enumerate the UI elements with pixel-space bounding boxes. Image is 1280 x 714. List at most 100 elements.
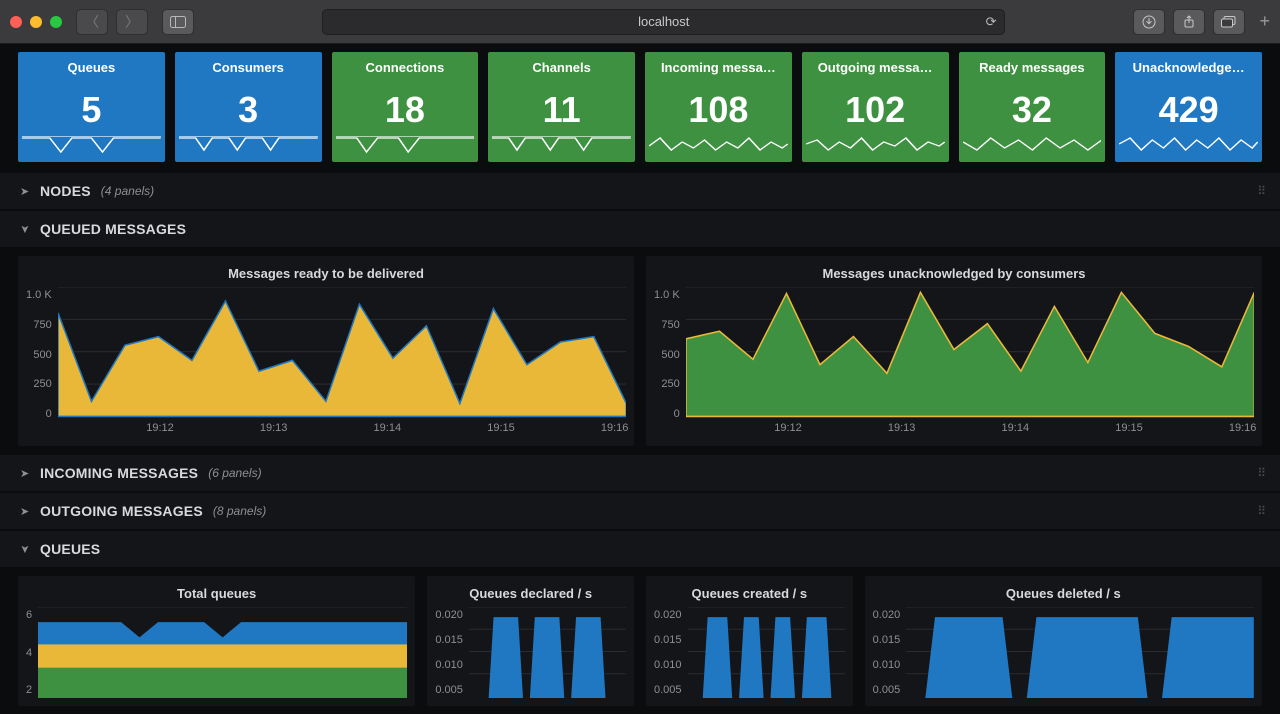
sparkline	[179, 128, 318, 158]
section-title: QUEUES	[40, 541, 100, 557]
drag-handle-icon[interactable]: ⠿	[1257, 466, 1268, 480]
downloads-button[interactable]	[1133, 9, 1165, 35]
chart-area	[906, 607, 1254, 698]
panel-total-queues[interactable]: Total queues 6 4 2	[18, 576, 415, 706]
sparkline	[963, 128, 1102, 158]
panel-title: Messages unacknowledged by consumers	[654, 266, 1254, 281]
sparkline	[806, 128, 945, 158]
stat-consumers[interactable]: Consumers 3	[175, 52, 322, 162]
section-queues[interactable]: ➤ QUEUES	[0, 530, 1280, 568]
stat-title: Connections	[366, 60, 445, 75]
chevron-down-icon: ➤	[19, 224, 32, 234]
stat-title: Consumers	[212, 60, 284, 75]
chart-area	[469, 607, 626, 698]
section-outgoing-messages[interactable]: ➤ OUTGOING MESSAGES (8 panels) ⠿	[0, 492, 1280, 530]
section-title: OUTGOING MESSAGES	[40, 503, 203, 519]
queued-panels: Messages ready to be delivered 1.0 K 750…	[0, 248, 1280, 454]
section-count: (6 panels)	[208, 466, 261, 480]
stat-title: Outgoing messa…	[818, 60, 933, 75]
section-nodes[interactable]: ➤ NODES (4 panels) ⠿	[0, 172, 1280, 210]
minimize-icon[interactable]	[30, 16, 42, 28]
chart-area	[38, 607, 407, 698]
tabs-button[interactable]	[1213, 9, 1245, 35]
section-title: NODES	[40, 183, 91, 199]
section-title: QUEUED MESSAGES	[40, 221, 186, 237]
x-axis: 19:12 19:13 19:14 19:15 19:16	[686, 422, 1254, 438]
panel-messages-unacked[interactable]: Messages unacknowledged by consumers 1.0…	[646, 256, 1262, 446]
section-title: INCOMING MESSAGES	[40, 465, 198, 481]
y-axis: 0.020 0.015 0.010 0.005	[435, 607, 463, 698]
stat-title: Channels	[532, 60, 591, 75]
close-icon[interactable]	[10, 16, 22, 28]
stat-value: 3	[238, 89, 258, 131]
y-axis: 0.020 0.015 0.010 0.005	[873, 607, 901, 698]
stat-title: Queues	[68, 60, 116, 75]
panel-title: Total queues	[26, 586, 407, 601]
chevron-right-icon: ➤	[20, 185, 30, 198]
sparkline	[22, 128, 161, 158]
stat-value: 32	[1012, 89, 1052, 131]
chevron-right-icon: ➤	[20, 467, 30, 480]
sidebar-icon	[170, 16, 186, 28]
x-axis: 19:12 19:13 19:14 19:15 19:16	[58, 422, 626, 438]
sidebar-toggle-button[interactable]	[162, 9, 194, 35]
stat-incoming[interactable]: Incoming messa… 108	[645, 52, 792, 162]
stat-row: Queues 5 Consumers 3 Connections 18 Chan…	[0, 52, 1280, 172]
sparkline	[492, 128, 631, 158]
stat-value: 11	[543, 89, 581, 131]
y-axis: 0.020 0.015 0.010 0.005	[654, 607, 682, 698]
new-tab-button[interactable]: +	[1259, 11, 1270, 32]
panel-queues-created[interactable]: Queues created / s 0.020 0.015 0.010 0.0…	[646, 576, 853, 706]
forward-button[interactable]: 〉	[116, 9, 148, 35]
section-count: (8 panels)	[213, 504, 266, 518]
back-button[interactable]: 〈	[76, 9, 108, 35]
share-icon	[1182, 15, 1196, 29]
queues-panels: Total queues 6 4 2 Queues dec	[0, 568, 1280, 714]
stat-title: Unacknowledge…	[1133, 60, 1245, 75]
stat-title: Incoming messa…	[661, 60, 776, 75]
y-axis: 1.0 K 750 500 250 0	[654, 287, 680, 438]
section-incoming-messages[interactable]: ➤ INCOMING MESSAGES (6 panels) ⠿	[0, 454, 1280, 492]
stat-unacked[interactable]: Unacknowledge… 429	[1115, 52, 1262, 162]
panel-title: Queues deleted / s	[873, 586, 1254, 601]
chart-area: 19:12 19:13 19:14 19:15 19:16	[58, 287, 626, 438]
panel-messages-ready[interactable]: Messages ready to be delivered 1.0 K 750…	[18, 256, 634, 446]
sparkline	[336, 128, 475, 158]
address-text: localhost	[638, 14, 689, 29]
stat-title: Ready messages	[979, 60, 1085, 75]
share-button[interactable]	[1173, 9, 1205, 35]
stat-value: 18	[385, 89, 425, 131]
chart-area: 19:12 19:13 19:14 19:15 19:16	[686, 287, 1254, 438]
stat-value: 429	[1159, 89, 1219, 131]
sparkline	[1119, 128, 1258, 158]
download-icon	[1142, 15, 1156, 29]
panel-title: Queues created / s	[654, 586, 845, 601]
y-axis: 1.0 K 750 500 250 0	[26, 287, 52, 438]
stat-channels[interactable]: Channels 11	[488, 52, 635, 162]
stat-connections[interactable]: Connections 18	[332, 52, 479, 162]
dashboard: Queues 5 Consumers 3 Connections 18 Chan…	[0, 44, 1280, 714]
stat-value: 102	[845, 89, 905, 131]
panel-queues-deleted[interactable]: Queues deleted / s 0.020 0.015 0.010 0.0…	[865, 576, 1262, 706]
chart-area	[688, 607, 845, 698]
stat-outgoing[interactable]: Outgoing messa… 102	[802, 52, 949, 162]
drag-handle-icon[interactable]: ⠿	[1257, 184, 1268, 198]
stat-ready[interactable]: Ready messages 32	[959, 52, 1106, 162]
section-queued-messages[interactable]: ➤ QUEUED MESSAGES	[0, 210, 1280, 248]
section-count: (4 panels)	[101, 184, 154, 198]
tabs-icon	[1221, 16, 1237, 28]
panel-title: Messages ready to be delivered	[26, 266, 626, 281]
sparkline	[649, 128, 788, 158]
panel-queues-declared[interactable]: Queues declared / s 0.020 0.015 0.010 0.…	[427, 576, 634, 706]
address-bar[interactable]: localhost ⟳	[322, 9, 1005, 35]
window-controls	[10, 16, 62, 28]
panel-title: Queues declared / s	[435, 586, 626, 601]
stat-value: 5	[81, 89, 101, 131]
y-axis: 6 4 2	[26, 607, 32, 698]
maximize-icon[interactable]	[50, 16, 62, 28]
reload-icon[interactable]: ⟳	[986, 14, 997, 30]
drag-handle-icon[interactable]: ⠿	[1257, 504, 1268, 518]
browser-toolbar: 〈 〉 localhost ⟳ +	[0, 0, 1280, 44]
stat-queues[interactable]: Queues 5	[18, 52, 165, 162]
stat-value: 108	[688, 89, 748, 131]
